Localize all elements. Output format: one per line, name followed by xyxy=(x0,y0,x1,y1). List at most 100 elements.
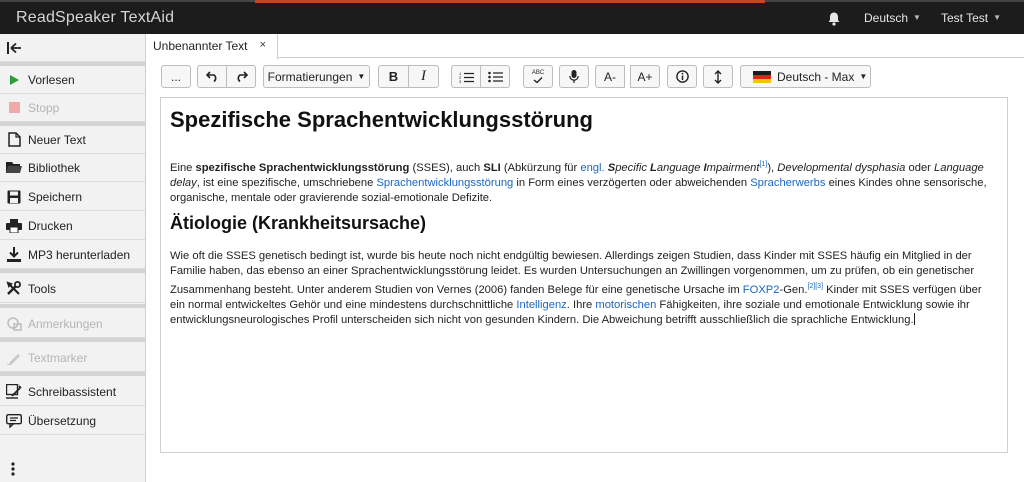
text-span: ), xyxy=(767,162,778,174)
link-motorischen[interactable]: motorischen xyxy=(595,299,656,311)
bold-button[interactable]: B xyxy=(378,65,409,88)
chevron-down-icon: ▼ xyxy=(993,13,1002,22)
sidebar-item-drucken[interactable]: Drucken xyxy=(0,212,145,240)
language-menu[interactable]: Deutsch ▼ xyxy=(864,11,921,25)
bold-term: spezifische Sprachentwicklungsstörung xyxy=(195,162,410,174)
sidebar: Vorlesen Stopp Neuer Text Bibliothek Spe… xyxy=(0,34,146,482)
chevron-down-icon: ▼ xyxy=(357,72,366,81)
sidebar-item-label: Anmerkungen xyxy=(28,316,103,331)
voice-selector-dropdown[interactable]: Deutsch - Max ▼ xyxy=(740,65,871,88)
sidebar-item-label: Vorlesen xyxy=(28,72,75,87)
more-options-icon[interactable] xyxy=(11,462,15,481)
sidebar-item-mp3-herunterladen[interactable]: MP3 herunterladen xyxy=(0,241,145,269)
sidebar-item-label: Textmarker xyxy=(28,350,88,365)
sidebar-item-label: Speichern xyxy=(28,189,83,204)
sidebar-item-neuer-text[interactable]: Neuer Text xyxy=(0,126,145,154)
german-flag-icon xyxy=(753,70,771,83)
printer-icon xyxy=(6,218,22,234)
text-span: in Form eines verzögerten oder abweichen… xyxy=(513,177,751,189)
spellcheck-button[interactable]: ABC xyxy=(523,65,553,88)
sidebar-divider xyxy=(0,372,145,376)
undo-button[interactable] xyxy=(197,65,227,88)
italic-button[interactable]: I xyxy=(408,65,439,88)
sidebar-item-stopp[interactable]: Stopp xyxy=(0,94,145,122)
sidebar-item-anmerkungen[interactable]: Anmerkungen xyxy=(0,310,145,338)
spellcheck-label: ABC xyxy=(531,70,545,76)
link-sprachentwicklungsstoerung[interactable]: Sprachentwicklungsstörung xyxy=(376,177,513,189)
tab-unbenannter-text[interactable]: Unbenannter Text × xyxy=(146,34,278,59)
text-span: -Gen. xyxy=(779,284,808,296)
voice-selector-label: Deutsch - Max xyxy=(777,69,855,84)
chevron-down-icon: ▼ xyxy=(859,72,868,81)
undo-icon xyxy=(205,71,216,82)
link-intelligenz[interactable]: Intelligenz xyxy=(516,299,566,311)
text-cursor xyxy=(913,313,915,325)
sidebar-item-uebersetzung[interactable]: Übersetzung xyxy=(0,407,145,435)
text-span: , ist eine spezifische, umschriebene xyxy=(196,177,377,189)
redo-icon xyxy=(237,71,248,82)
sidebar-item-label: Drucken xyxy=(28,218,73,233)
paragraph-aetiologie: Wie oft die SSES genetisch bedingt ist, … xyxy=(170,249,996,328)
bullet-list-icon xyxy=(487,71,503,82)
tools-icon xyxy=(6,281,22,297)
editor-toolbar: ... Formatierungen ▼ B I 123 ABC A- A+ De… xyxy=(146,58,1024,94)
sidebar-divider xyxy=(0,269,145,273)
user-menu[interactable]: Test Test ▼ xyxy=(941,11,1001,25)
sidebar-item-label: Stopp xyxy=(28,100,60,115)
text-span: (SSES), auch xyxy=(409,162,484,174)
download-icon xyxy=(6,247,22,263)
font-smaller-button[interactable]: A- xyxy=(595,65,625,88)
annotation-icon xyxy=(6,316,22,332)
footnote-link[interactable]: [2][3] xyxy=(807,283,823,290)
collapse-sidebar-button[interactable] xyxy=(0,34,145,62)
bold-letter: L xyxy=(650,162,657,174)
sidebar-item-label: Übersetzung xyxy=(28,413,97,428)
text-span: pecific xyxy=(615,162,651,174)
info-button[interactable] xyxy=(667,65,697,88)
top-accent-line xyxy=(255,0,765,3)
ordered-list-button[interactable]: 123 xyxy=(451,65,481,88)
play-icon xyxy=(6,72,22,88)
user-menu-label: Test Test xyxy=(941,11,989,25)
translation-icon xyxy=(6,413,22,429)
text-span: Eine xyxy=(170,162,196,174)
font-larger-button[interactable]: A+ xyxy=(630,65,660,88)
more-button[interactable]: ... xyxy=(161,65,191,88)
sidebar-item-label: Schreibassistent xyxy=(28,384,117,399)
italic-term: Developmental dysphasia xyxy=(777,162,906,174)
bell-icon[interactable] xyxy=(826,11,842,27)
ordered-list-icon: 123 xyxy=(459,71,474,83)
formatting-label: Formatierungen xyxy=(267,69,353,84)
new-document-icon xyxy=(6,132,22,148)
link-foxp2[interactable]: FOXP2 xyxy=(743,284,780,296)
line-height-button[interactable] xyxy=(703,65,733,88)
link-engl[interactable]: engl. xyxy=(580,162,604,174)
sidebar-item-bibliothek[interactable]: Bibliothek xyxy=(0,154,145,182)
microphone-button[interactable] xyxy=(559,65,589,88)
app-title: ReadSpeaker TextAid xyxy=(16,9,175,26)
sidebar-item-schreibassistent[interactable]: Schreibassistent xyxy=(0,378,145,406)
paragraph-intro: Eine spezifische Sprachentwicklungsstöru… xyxy=(170,157,996,206)
text-span: anguage xyxy=(656,162,704,174)
microphone-icon xyxy=(569,70,579,83)
section-heading: Ätiologie (Krankheitsursache) xyxy=(170,213,427,233)
redo-button[interactable] xyxy=(226,65,256,88)
text-span: (Abkürzung für xyxy=(500,162,581,174)
text-span: mpairment xyxy=(706,162,760,174)
sidebar-divider xyxy=(0,304,145,308)
text-span: . Ihre xyxy=(566,299,596,311)
text-span: oder xyxy=(905,162,934,174)
sidebar-item-speichern[interactable]: Speichern xyxy=(0,183,145,211)
chevron-down-icon: ▼ xyxy=(913,13,921,22)
sidebar-item-vorlesen[interactable]: Vorlesen xyxy=(0,66,145,94)
sidebar-item-label: Bibliothek xyxy=(28,160,81,175)
sidebar-item-textmarker[interactable]: Textmarker xyxy=(0,344,145,372)
link-spracherwerbs[interactable]: Spracherwerbs xyxy=(750,177,825,189)
formatting-dropdown[interactable]: Formatierungen ▼ xyxy=(263,65,370,88)
bullet-list-button[interactable] xyxy=(480,65,510,88)
close-icon[interactable]: × xyxy=(260,39,266,51)
document-title: Spezifische Sprachentwicklungsstörung xyxy=(170,107,593,132)
sidebar-item-tools[interactable]: Tools xyxy=(0,275,145,303)
bold-term: SLI xyxy=(483,162,501,174)
save-icon xyxy=(6,189,22,205)
